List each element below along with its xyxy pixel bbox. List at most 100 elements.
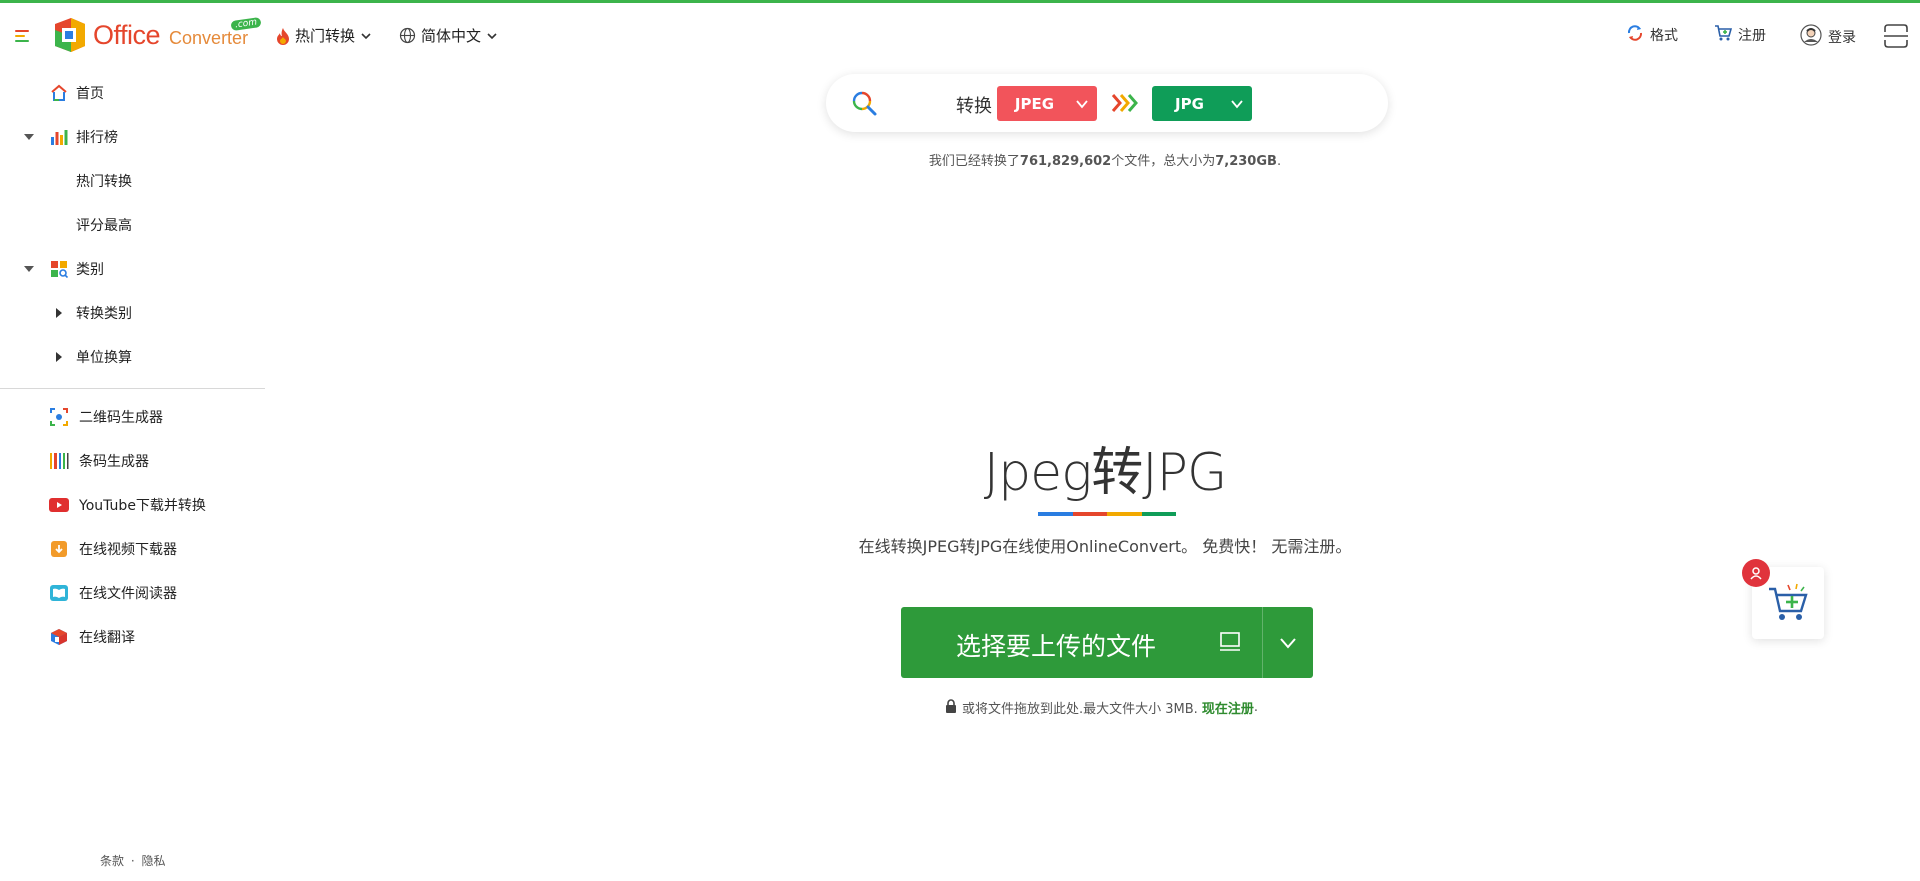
stats-prefix: 我们已经转换了 bbox=[928, 154, 1020, 169]
sidebar-item-rankings[interactable]: 排行榜 bbox=[24, 126, 118, 148]
sidebar-divider bbox=[0, 388, 265, 389]
sidebar-item-hot-conversions[interactable]: 热门转换 bbox=[76, 170, 132, 192]
register-link[interactable]: 注册 bbox=[1714, 24, 1766, 46]
sidebar-item-barcode-generator[interactable]: 条码生成器 bbox=[49, 450, 149, 472]
user-avatar-icon bbox=[1800, 24, 1822, 50]
barcode-icon bbox=[49, 451, 69, 471]
qr-code-icon bbox=[49, 407, 69, 427]
drop-note-text: 或将文件拖放到此处.最大文件大小 3MB. bbox=[962, 702, 1198, 717]
drop-note: 或将文件拖放到此处.最大文件大小 3MB. 现在注册 . bbox=[945, 698, 1258, 717]
sidebar-item-label: 评分最高 bbox=[76, 218, 132, 234]
conversion-stats: 我们已经转换了761,829,602个文件，总大小为7,230GB. bbox=[0, 150, 1920, 169]
sidebar-item-top-rated[interactable]: 评分最高 bbox=[76, 214, 132, 236]
logo-com-badge: .com bbox=[230, 16, 262, 32]
translate-icon bbox=[49, 627, 69, 647]
to-format-select[interactable]: JPG bbox=[1152, 86, 1252, 121]
from-format-label: JPEG bbox=[1014, 94, 1055, 113]
privacy-link[interactable]: 隐私 bbox=[142, 854, 166, 868]
device-icon bbox=[1220, 632, 1240, 651]
sidebar-item-label: 热门转换 bbox=[76, 174, 132, 190]
sidebar-item-categories[interactable]: 类别 bbox=[24, 258, 104, 280]
chevron-down-icon bbox=[361, 32, 371, 39]
sidebar-item-label: 转换类别 bbox=[76, 306, 132, 322]
chevron-down-icon bbox=[487, 32, 497, 39]
bar-chart-icon bbox=[49, 127, 69, 147]
shopping-cart-icon bbox=[1769, 583, 1808, 620]
convert-arrows-icon bbox=[1111, 91, 1141, 115]
stats-total-size: 7,230GB bbox=[1215, 154, 1277, 169]
login-link[interactable]: 登录 bbox=[1800, 24, 1856, 50]
convert-label: 转换 bbox=[956, 96, 992, 117]
sidebar-item-video-downloader[interactable]: 在线视频下载器 bbox=[49, 538, 177, 560]
sidebar-item-label: 排行榜 bbox=[76, 130, 118, 146]
stats-files-count: 761,829,602 bbox=[1019, 154, 1112, 169]
footer-links: 条款 · 隐私 bbox=[100, 852, 166, 869]
terms-link[interactable]: 条款 bbox=[100, 854, 124, 868]
sidebar-item-home[interactable]: 首页 bbox=[49, 82, 104, 104]
sidebar-item-label: 在线视频下载器 bbox=[79, 542, 177, 558]
register-label: 注册 bbox=[1738, 28, 1766, 44]
from-format-select[interactable]: JPEG bbox=[997, 86, 1097, 121]
language-menu[interactable]: 简体中文 bbox=[399, 25, 498, 46]
sidebar-item-youtube-download[interactable]: YouTube下载并转换 bbox=[49, 494, 206, 516]
sidebar-item-label: 类别 bbox=[76, 262, 104, 278]
sidebar-item-unit-conversion[interactable]: 单位换算 bbox=[56, 346, 132, 368]
sidebar-item-label: 单位换算 bbox=[76, 350, 132, 366]
upload-button[interactable]: 选择要上传的文件 bbox=[901, 607, 1313, 678]
sidebar-item-label: 在线文件阅读器 bbox=[79, 586, 177, 602]
sidebar-item-label: YouTube下载并转换 bbox=[79, 498, 206, 514]
title-underline bbox=[1038, 512, 1176, 516]
page-title: Jpeg转JPG bbox=[983, 443, 1228, 503]
sidebar-item-file-reader[interactable]: 在线文件阅读器 bbox=[49, 582, 177, 604]
stats-middle: 个文件，总大小为 bbox=[1111, 154, 1216, 169]
cart-icon bbox=[1714, 24, 1733, 46]
logo-converter: Converter bbox=[169, 27, 249, 48]
sidebar-item-label: 条码生成器 bbox=[79, 454, 149, 470]
upload-divider bbox=[1262, 607, 1263, 678]
chevron-down-icon[interactable] bbox=[1278, 635, 1298, 651]
file-reader-icon bbox=[49, 583, 69, 603]
caret-right-icon bbox=[56, 352, 62, 362]
hot-convert-menu[interactable]: 热门转换 bbox=[275, 25, 372, 46]
sidebar-item-qr-generator[interactable]: 二维码生成器 bbox=[49, 406, 163, 428]
categories-icon bbox=[49, 259, 69, 279]
formats-link[interactable]: 格式 bbox=[1626, 24, 1678, 46]
home-icon bbox=[49, 83, 69, 103]
caret-right-icon bbox=[56, 308, 62, 318]
globe-icon bbox=[399, 27, 416, 44]
to-format-label: JPG bbox=[1175, 94, 1204, 113]
search-icon[interactable] bbox=[852, 91, 878, 117]
youtube-icon bbox=[49, 495, 69, 515]
language-label: 简体中文 bbox=[421, 27, 482, 45]
user-badge-icon[interactable] bbox=[1742, 559, 1770, 587]
sidebar-item-translate[interactable]: 在线翻译 bbox=[49, 626, 135, 648]
logo[interactable]: Office Converter .com bbox=[51, 15, 262, 55]
converter-search-bar: 转换 JPEG JPG bbox=[826, 74, 1388, 132]
sidebar-item-label: 首页 bbox=[76, 86, 104, 102]
caret-down-icon bbox=[24, 266, 34, 272]
page-subtitle: 在线转换JPEG转JPG在线使用OnlineConvert。 免费快！ 无需注册… bbox=[858, 537, 1352, 556]
login-label: 登录 bbox=[1828, 30, 1856, 46]
expand-icon[interactable] bbox=[1883, 23, 1909, 53]
logo-word: Office bbox=[93, 19, 161, 50]
caret-down-icon bbox=[24, 134, 34, 140]
footer-separator: · bbox=[130, 854, 135, 868]
formats-icon bbox=[1626, 24, 1644, 46]
logo-mark-icon bbox=[51, 16, 89, 54]
menu-icon[interactable] bbox=[15, 30, 31, 44]
sidebar-item-label: 在线翻译 bbox=[79, 630, 135, 646]
sidebar-item-label: 二维码生成器 bbox=[79, 410, 163, 426]
upload-label: 选择要上传的文件 bbox=[956, 632, 1157, 661]
formats-label: 格式 bbox=[1650, 28, 1678, 44]
hot-convert-label: 热门转换 bbox=[295, 27, 356, 45]
chevron-down-icon bbox=[1076, 100, 1088, 109]
register-now-link[interactable]: 现在注册 bbox=[1202, 698, 1254, 717]
fire-icon bbox=[275, 27, 291, 45]
header: Office Converter .com 热门转换 简体中文 格式 注册 登录 bbox=[0, 3, 1920, 67]
sidebar-item-convert-categories[interactable]: 转换类别 bbox=[56, 302, 132, 324]
lock-icon bbox=[945, 698, 957, 717]
stats-suffix: . bbox=[1276, 154, 1282, 169]
drop-note-end: . bbox=[1253, 700, 1258, 715]
chevron-down-icon bbox=[1231, 100, 1243, 109]
video-download-icon bbox=[49, 539, 69, 559]
